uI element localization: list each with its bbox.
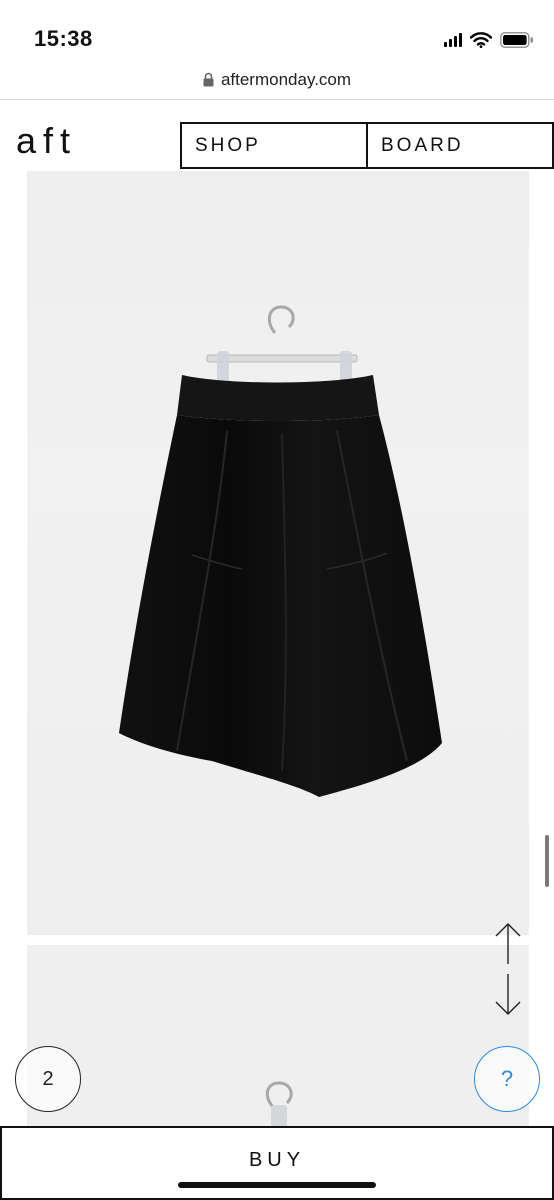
url-bar[interactable]: aftermonday.com (0, 60, 554, 100)
wifi-icon (470, 32, 492, 48)
lock-icon (203, 72, 214, 87)
home-indicator (178, 1182, 376, 1188)
hanger-illustration (265, 1081, 293, 1130)
status-icons (444, 30, 534, 50)
status-bar: 15:38 (0, 0, 554, 60)
help-button[interactable]: ? (474, 1046, 540, 1112)
buy-button[interactable]: BUY (0, 1126, 554, 1200)
status-time: 15:38 (34, 26, 93, 51)
battery-icon (500, 32, 533, 48)
site-logo[interactable]: aft (16, 120, 77, 162)
buy-label: BUY (248, 1148, 306, 1171)
nav-tab-board[interactable]: BOARD (366, 124, 552, 167)
nav-tab-shop[interactable]: SHOP (182, 124, 366, 167)
cellular-signal-icon (444, 33, 462, 47)
product-image-1[interactable] (27, 171, 529, 935)
up-down-arrows-icon[interactable] (490, 920, 526, 1020)
main-nav: SHOP BOARD (180, 122, 554, 169)
image-count-button[interactable]: 2 (15, 1046, 81, 1112)
skirt-illustration (119, 305, 442, 797)
scrollbar[interactable] (545, 835, 549, 887)
product-image-2[interactable] (27, 945, 529, 1130)
url-domain: aftermonday.com (220, 69, 352, 89)
